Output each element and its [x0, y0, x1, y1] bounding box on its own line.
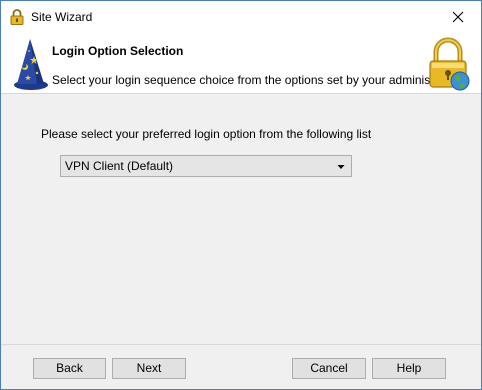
padlock-globe-icon [427, 37, 471, 91]
login-option-selected-value: VPN Client (Default) [65, 159, 174, 173]
header-title: Login Option Selection [52, 44, 184, 58]
site-wizard-window: Site Wizard Login Option Selection Selec… [0, 0, 482, 390]
wizard-header: Login Option Selection Select your login… [1, 33, 481, 94]
title-bar: Site Wizard [1, 1, 481, 33]
cancel-button[interactable]: Cancel [292, 358, 366, 379]
next-button[interactable]: Next [112, 358, 186, 379]
footer-divider [1, 344, 481, 345]
wizard-hat-icon [13, 37, 49, 91]
padlock-icon [10, 9, 24, 25]
help-button[interactable]: Help [372, 358, 446, 379]
window-title: Site Wizard [31, 10, 93, 24]
back-button[interactable]: Back [33, 358, 106, 379]
header-subtitle: Select your login sequence choice from t… [52, 73, 459, 87]
login-option-dropdown[interactable]: VPN Client (Default) [60, 155, 352, 177]
close-button[interactable] [435, 1, 481, 33]
login-option-prompt: Please select your preferred login optio… [41, 127, 372, 141]
chevron-down-icon [336, 161, 346, 171]
close-icon [452, 11, 464, 23]
